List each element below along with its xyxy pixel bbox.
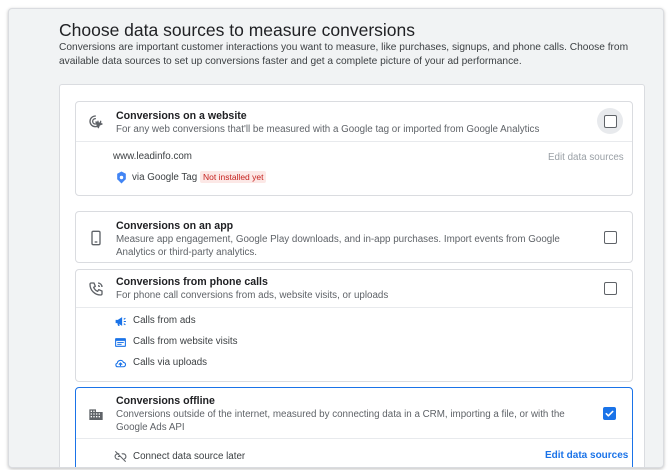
cloud-upload-icon <box>114 357 127 370</box>
app-checkbox[interactable] <box>604 231 617 244</box>
cursor-click-icon <box>88 114 104 130</box>
card-description: For phone call conversions from ads, web… <box>116 290 389 301</box>
divider <box>76 307 632 308</box>
card-title: Conversions offline <box>116 395 215 407</box>
status-badge: Not installed yet <box>200 171 267 183</box>
megaphone-icon <box>114 315 127 328</box>
website-icon <box>114 336 127 349</box>
card-website-conversions[interactable]: Conversions on a website For any web con… <box>75 101 633 196</box>
edit-data-sources-link[interactable]: Edit data sources <box>548 152 624 163</box>
divider <box>76 438 632 439</box>
card-description: For any web conversions that'll be measu… <box>116 124 540 135</box>
offline-checkbox[interactable] <box>603 407 616 420</box>
phone-checkbox[interactable] <box>604 282 617 295</box>
page-title: Choose data sources to measure conversio… <box>59 20 416 40</box>
conversion-setup-window: Choose data sources to measure conversio… <box>8 8 664 468</box>
card-title: Conversions on a website <box>116 110 247 122</box>
list-item: Calls from website visits <box>133 336 238 347</box>
divider <box>76 141 632 142</box>
card-offline-conversions[interactable]: Conversions offline Conversions outside … <box>75 387 633 467</box>
card-title: Conversions on an app <box>116 220 234 232</box>
google-tag-label: via Google Tag <box>132 172 198 183</box>
building-icon <box>88 406 104 422</box>
website-checkbox[interactable] <box>604 115 617 128</box>
phone-icon <box>88 281 104 297</box>
data-sources-panel: Conversions on a website For any web con… <box>59 84 645 467</box>
card-title: Conversions from phone calls <box>116 276 268 288</box>
list-item: Calls from ads <box>133 315 196 326</box>
connect-later-label: Connect data source later <box>133 451 246 462</box>
smartphone-icon <box>88 230 104 246</box>
website-domain: www.leadinfo.com <box>113 151 192 162</box>
card-description: Measure app engagement, Google Play down… <box>116 234 560 258</box>
google-tag-icon <box>115 171 128 184</box>
link-off-icon <box>114 450 127 463</box>
card-description: Conversions outside of the internet, mea… <box>116 409 565 433</box>
list-item: Calls via uploads <box>133 357 208 368</box>
card-phone-conversions[interactable]: Conversions from phone calls For phone c… <box>75 269 633 382</box>
card-app-conversions[interactable]: Conversions on an app Measure app engage… <box>75 211 633 263</box>
page-description: Conversions are important customer inter… <box>59 42 629 67</box>
edit-data-sources-link[interactable]: Edit data sources <box>545 450 628 461</box>
